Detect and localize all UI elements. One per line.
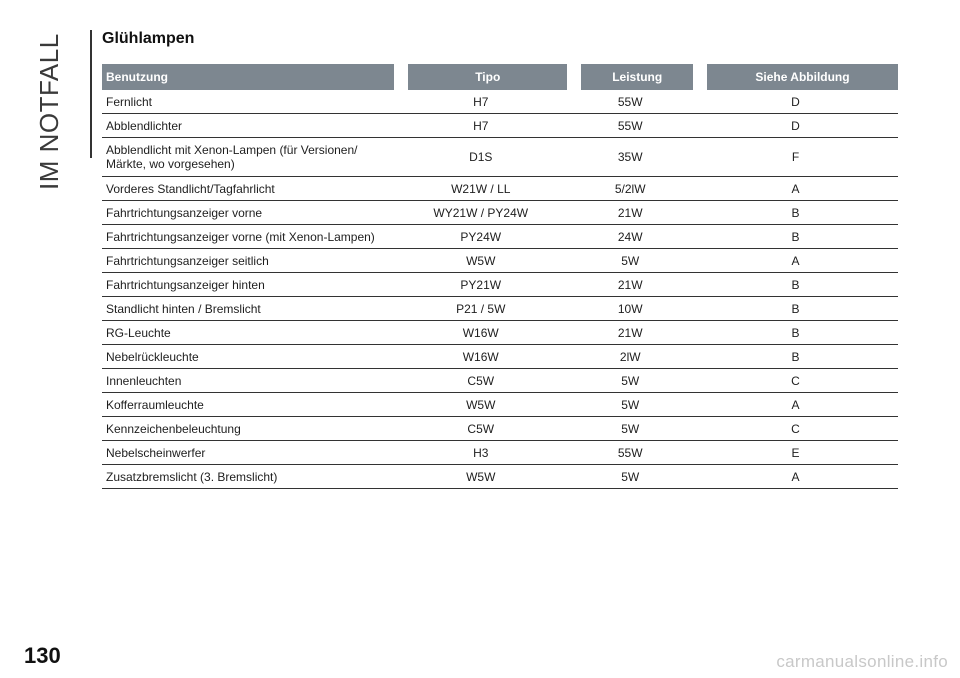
section-tab: IM NOTFALL: [20, 30, 80, 190]
row-type: W16W: [394, 320, 568, 345]
header-gap: [567, 64, 582, 90]
row-figure: B: [692, 320, 898, 345]
row-figure: E: [692, 440, 898, 465]
row-usage: Kennzeichenbeleuchtung: [102, 416, 394, 441]
section-label: IM NOTFALL: [34, 33, 64, 190]
table-row: Standlicht hinten / Bremslicht P21 / 5W 10…: [102, 296, 898, 321]
table-row: Fernlicht H7 55W D: [102, 90, 898, 114]
row-usage: Fahrtrichtungsanzeiger hinten: [102, 272, 394, 297]
row-type: H7: [394, 113, 568, 138]
row-figure: C: [692, 368, 898, 393]
row-type: W16W: [394, 344, 568, 369]
row-power: 55W: [567, 440, 693, 465]
table-row: Fahrtrichtungsanzeiger vorne (mit Xenon-…: [102, 224, 898, 249]
row-figure: C: [692, 416, 898, 441]
row-usage: Vorderes Standlicht/Tagfahrlicht: [102, 176, 394, 201]
row-usage: Zusatzbremslicht (3. Bremslicht): [102, 464, 394, 489]
row-type: D1S: [394, 137, 568, 177]
header-gap: [692, 64, 707, 90]
row-figure: A: [692, 176, 898, 201]
row-type: C5W: [394, 416, 568, 441]
row-power: 5W: [567, 392, 693, 417]
table-row: Fahrtrichtungsanzeiger hinten PY21W 21W B: [102, 272, 898, 297]
row-power: 5W: [567, 464, 693, 489]
row-figure: F: [692, 137, 898, 177]
row-type: W5W: [394, 392, 568, 417]
row-power: 35W: [567, 137, 693, 177]
row-figure: B: [692, 200, 898, 225]
row-usage: Fahrtrichtungsanzeiger seitlich: [102, 248, 394, 273]
row-figure: A: [692, 248, 898, 273]
row-power: 21W: [567, 200, 693, 225]
row-usage: Fahrtrichtungsanzeiger vorne: [102, 200, 394, 225]
table-row: Zusatzbremslicht (3. Bremslicht) W5W 5W A: [102, 464, 898, 489]
table-body: Fernlicht H7 55W D Abblendlichter H7 55W D Abble…: [102, 90, 898, 489]
header-usage: Benutzung: [102, 64, 394, 90]
row-power: 5W: [567, 368, 693, 393]
header-power: Leistung: [581, 64, 693, 90]
row-usage: Fahrtrichtungsanzeiger vorne (mit Xenon-…: [102, 224, 394, 249]
row-type: PY24W: [394, 224, 568, 249]
table-header-row: Benutzung Tipo Leistung Siehe Abbildung: [102, 64, 898, 90]
row-usage: Nebelrückleuchte: [102, 344, 394, 369]
row-figure: B: [692, 224, 898, 249]
bulb-table: Benutzung Tipo Leistung Siehe Abbildung …: [102, 64, 898, 489]
row-power: 5/2lW: [567, 176, 693, 201]
row-usage: Nebelscheinwerfer: [102, 440, 394, 465]
row-usage: Kofferraumleuchte: [102, 392, 394, 417]
table-row: Fahrtrichtungsanzeiger vorne WY21W / PY24…: [102, 200, 898, 225]
watermark: carmanualsonline.info: [776, 652, 948, 671]
row-type: W21W / LL: [394, 176, 568, 201]
row-power: 5W: [567, 248, 693, 273]
row-type: C5W: [394, 368, 568, 393]
table-row: Abblendlichter H7 55W D: [102, 113, 898, 138]
section-divider: [90, 30, 92, 158]
table-row: Kennzeichenbeleuchtung C5W 5W C: [102, 416, 898, 441]
table-row: Kofferraumleuchte W5W 5W A: [102, 392, 898, 417]
row-usage: Fernlicht: [102, 90, 394, 114]
table-row: Nebelrückleuchte W16W 2lW B: [102, 344, 898, 369]
row-type: H7: [394, 90, 568, 114]
row-power: 55W: [567, 90, 693, 114]
header-gap: [394, 64, 408, 90]
row-type: WY21W / PY24W: [394, 200, 568, 225]
row-power: 10W: [567, 296, 693, 321]
table-row: Vorderes Standlicht/Tagfahrlicht W21W / L…: [102, 176, 898, 201]
row-figure: B: [692, 272, 898, 297]
row-power: 21W: [567, 272, 693, 297]
table-row: Abblendlicht mit Xenon-Lampen (für Versi…: [102, 137, 898, 177]
header-figure: Siehe Abbildung: [706, 64, 898, 90]
row-power: 55W: [567, 113, 693, 138]
table-row: RG-Leuchte W16W 21W B: [102, 320, 898, 345]
row-figure: D: [692, 113, 898, 138]
table-row: Innenleuchten C5W 5W C: [102, 368, 898, 393]
row-type: W5W: [394, 248, 568, 273]
row-power: 24W: [567, 224, 693, 249]
row-figure: A: [692, 464, 898, 489]
page-title: Glühlampen: [102, 30, 195, 47]
row-figure: A: [692, 392, 898, 417]
row-type: P21 / 5W: [394, 296, 568, 321]
row-type: H3: [394, 440, 568, 465]
row-type: PY21W: [394, 272, 568, 297]
row-usage: Abblendlichter: [102, 113, 394, 138]
header-type: Tipo: [408, 64, 568, 90]
table-row: Fahrtrichtungsanzeiger seitlich W5W 5W A: [102, 248, 898, 273]
row-figure: D: [692, 90, 898, 114]
row-usage: RG-Leuchte: [102, 320, 394, 345]
row-type: W5W: [394, 464, 568, 489]
row-usage: Standlicht hinten / Bremslicht: [102, 296, 394, 321]
table-row: Nebelscheinwerfer H3 55W E: [102, 440, 898, 465]
row-power: 21W: [567, 320, 693, 345]
row-usage: Abblendlicht mit Xenon-Lampen (für Versi…: [102, 137, 394, 177]
row-power: 2lW: [567, 344, 693, 369]
page-number: 130: [24, 643, 61, 668]
row-figure: B: [692, 344, 898, 369]
row-usage: Innenleuchten: [102, 368, 394, 393]
row-figure: B: [692, 296, 898, 321]
row-power: 5W: [567, 416, 693, 441]
